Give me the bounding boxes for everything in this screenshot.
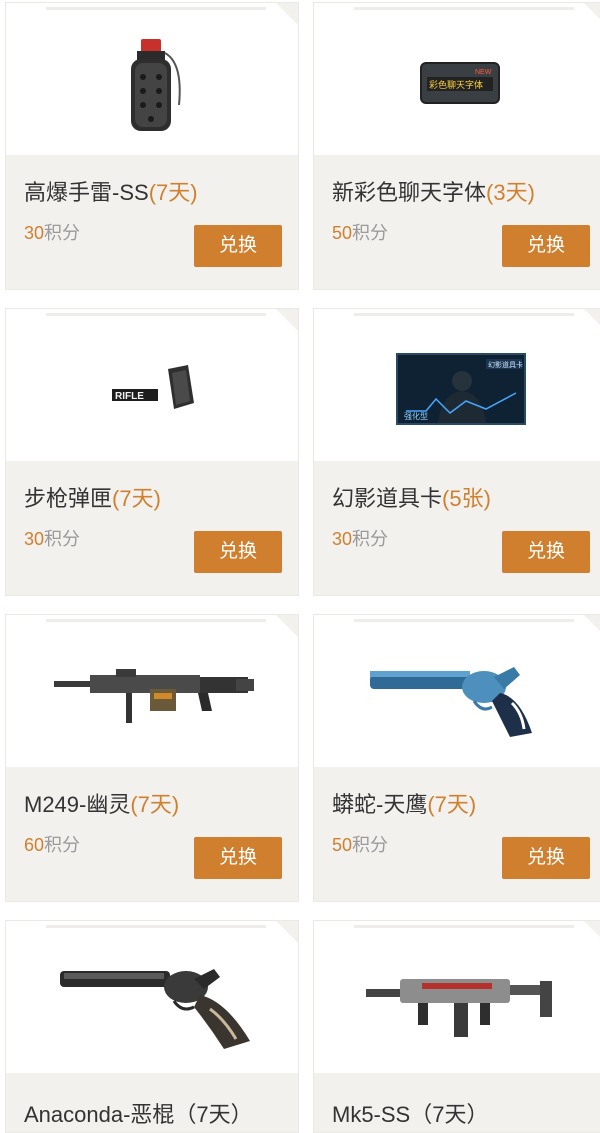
smg-icon [366, 979, 552, 1037]
exchange-button[interactable]: 兑换 [194, 837, 282, 879]
item-name: M249-幽灵(7天) [24, 792, 180, 817]
item-name: 高爆手雷-SS(7天) [24, 180, 198, 205]
item-card: M249-幽灵(7天) 60积分 兑换 [5, 614, 299, 902]
item-image-area [6, 921, 298, 1073]
grenade-icon [131, 39, 181, 131]
blue-revolver-icon [370, 667, 532, 737]
item-card: 高爆手雷-SS(7天) 30积分 兑换 [5, 2, 299, 290]
item-card: Anaconda-恶棍（7天） [5, 920, 299, 1133]
item-image-area: 幻影道具卡 强化型 [314, 309, 600, 461]
item-points: 50积分 [332, 223, 389, 243]
machine-gun-icon [54, 669, 254, 723]
item-name: 蟒蛇-天鹰(7天) [332, 792, 477, 817]
svg-text:强化型: 强化型 [404, 411, 428, 421]
exchange-button[interactable]: 兑换 [502, 531, 590, 573]
exchange-button[interactable]: 兑换 [194, 531, 282, 573]
item-points: 30积分 [24, 223, 81, 243]
item-image-area [6, 615, 298, 767]
svg-text:幻影道具卡: 幻影道具卡 [488, 360, 523, 369]
item-points: 30积分 [24, 529, 81, 549]
phantom-card-icon: 幻影道具卡 强化型 [396, 353, 526, 425]
exchange-button[interactable]: 兑换 [502, 837, 590, 879]
item-card: 幻影道具卡 强化型 幻影道具卡(5张) 30积分 兑换 [313, 308, 600, 596]
item-card: Mk5-SS（7天） [313, 920, 600, 1133]
item-card: 蟒蛇-天鹰(7天) 50积分 兑换 [313, 614, 600, 902]
item-name: 幻影道具卡(5张) [332, 486, 491, 511]
item-name: 新彩色聊天字体(3天) [332, 180, 535, 205]
item-card: RIFLE 步枪弹匣(7天) 30积分 兑换 [5, 308, 299, 596]
item-name: Mk5-SS（7天） [332, 1102, 489, 1127]
svg-text:NEW: NEW [475, 69, 492, 76]
exchange-button[interactable]: 兑换 [194, 225, 282, 267]
exchange-button[interactable]: 兑换 [502, 225, 590, 267]
svg-text:彩色聊天字体: 彩色聊天字体 [429, 79, 483, 91]
item-image-area [6, 3, 298, 155]
svg-text:RIFLE: RIFLE [115, 391, 144, 402]
item-name: 步枪弹匣(7天) [24, 486, 161, 511]
item-image-area [314, 921, 600, 1073]
item-name: Anaconda-恶棍（7天） [24, 1102, 253, 1127]
item-points: 60积分 [24, 835, 81, 855]
rifle-magazine-icon: RIFLE [112, 365, 194, 409]
item-points: 50积分 [332, 835, 389, 855]
revolver-icon [60, 969, 250, 1049]
item-image-area [314, 615, 600, 767]
exchange-item-grid: 高爆手雷-SS(7天) 30积分 兑换 NEW 彩色聊天字体 新彩色聊天字体(3… [0, 0, 600, 1133]
item-card: NEW 彩色聊天字体 新彩色聊天字体(3天) 50积分 兑换 [313, 2, 600, 290]
item-image-area: RIFLE [6, 309, 298, 461]
item-image-area: NEW 彩色聊天字体 [314, 3, 600, 155]
chat-font-card-icon: NEW 彩色聊天字体 [420, 62, 500, 104]
item-points: 30积分 [332, 529, 389, 549]
